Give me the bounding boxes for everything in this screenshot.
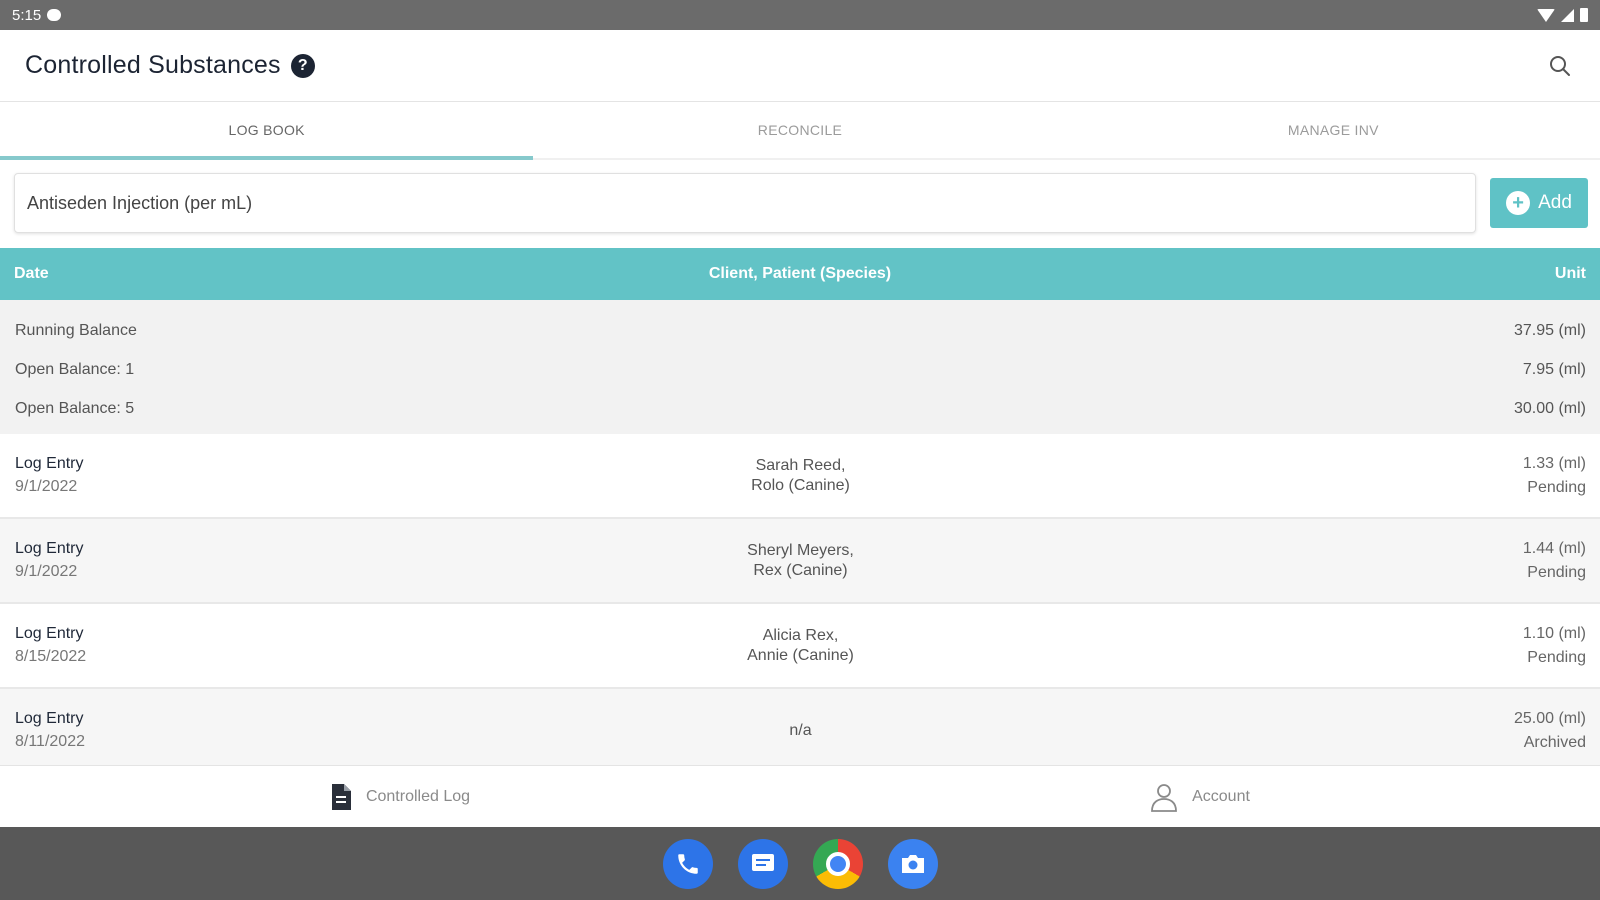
tab-log-book[interactable]: LOG BOOK (0, 102, 534, 160)
entry-date-cell: Log Entry 8/15/2022 (15, 625, 415, 666)
chat-notification-icon (47, 9, 62, 21)
nav-controlled-log[interactable]: Controlled Log (0, 766, 800, 827)
column-header-unit: Unit (1554, 265, 1586, 282)
entry-type: Log Entry (15, 455, 84, 472)
drug-select-input[interactable] (14, 173, 1476, 233)
log-entry-row[interactable]: Log Entry 9/1/2022 Sarah Reed, Rolo (Can… (0, 434, 1600, 519)
entry-date: 8/11/2022 (15, 733, 85, 750)
search-icon (1550, 55, 1570, 76)
entry-patient: Annie (Canine) (747, 646, 854, 664)
entry-client-cell: Sheryl Meyers, Rex (Canine) (415, 541, 1186, 581)
balance-value: 7.95 (ml) (1522, 360, 1586, 378)
entry-date-cell: Log Entry 8/11/2022 (15, 710, 415, 751)
entry-date: 9/1/2022 (15, 478, 78, 495)
system-dock (0, 827, 1600, 900)
status-bar: 5:15 (0, 0, 1600, 30)
battery-icon (1580, 8, 1588, 22)
app-bar: Controlled Substances ? (0, 30, 1600, 102)
wifi-icon (1537, 8, 1555, 22)
nav-account-label: Account (1192, 787, 1250, 805)
running-balance-row: Running Balance 37.95 (ml) (15, 311, 1586, 350)
tab-reconcile[interactable]: RECONCILE (533, 102, 1066, 158)
log-entry-list: Log Entry 9/1/2022 Sarah Reed, Rolo (Can… (0, 434, 1600, 774)
balance-label: Open Balance: 5 (15, 399, 135, 417)
entry-client: Sarah Reed, (755, 456, 846, 474)
signal-icon (1561, 8, 1574, 22)
balance-value: 30.00 (ml) (1513, 399, 1586, 417)
balance-label: Running Balance (15, 321, 137, 339)
balance-label: Open Balance: 1 (15, 360, 135, 378)
entry-unit-cell: 1.10 (ml) Pending (1186, 622, 1586, 670)
entry-status: Pending (1527, 478, 1586, 496)
log-entry-row[interactable]: Log Entry 8/15/2022 Alicia Rex, Annie (C… (0, 604, 1600, 689)
tab-bar: LOG BOOK RECONCILE MANAGE INV (0, 102, 1600, 160)
entry-client: Alicia Rex, (762, 626, 839, 644)
open-balance-5-row: Open Balance: 5 30.00 (ml) (15, 389, 1586, 428)
entry-amount: 1.44 (ml) (1522, 539, 1586, 557)
column-header-date: Date (14, 265, 49, 282)
chrome-icon (825, 851, 850, 876)
entry-client-cell: Alicia Rex, Annie (Canine) (415, 626, 1186, 666)
phone-icon (677, 853, 698, 874)
chrome-app-button[interactable] (812, 838, 863, 889)
entry-unit-cell: 1.44 (ml) Pending (1186, 537, 1586, 585)
entry-date: 8/15/2022 (15, 648, 87, 665)
title-wrap: Controlled Substances ? (25, 51, 315, 80)
column-header-client: Client, Patient (Species) (708, 265, 892, 282)
entry-date-cell: Log Entry 9/1/2022 (15, 540, 415, 581)
page-title: Controlled Substances (25, 51, 281, 79)
entry-type: Log Entry (15, 625, 84, 642)
person-icon (1151, 783, 1177, 812)
bottom-nav: Controlled Log Account (0, 765, 1600, 827)
entry-client: Sheryl Meyers, (747, 541, 854, 559)
entry-unit-cell: 1.33 (ml) Pending (1186, 452, 1586, 500)
log-entry-row[interactable]: Log Entry 9/1/2022 Sheryl Meyers, Rex (C… (0, 519, 1600, 604)
messages-app-button[interactable] (737, 838, 788, 889)
nav-controlled-log-label: Controlled Log (365, 787, 471, 805)
add-button-label: Add (1538, 192, 1572, 213)
entry-amount: 1.10 (ml) (1522, 624, 1586, 642)
entry-status: Pending (1527, 648, 1586, 666)
entry-patient: Rolo (Canine) (751, 476, 850, 494)
tab-manage-inv[interactable]: MANAGE INV (1067, 102, 1600, 158)
entry-client-cell: n/a (415, 721, 1186, 741)
entry-client: n/a (789, 721, 812, 739)
document-icon (331, 783, 351, 810)
entry-client-cell: Sarah Reed, Rolo (Canine) (415, 456, 1186, 496)
phone-app-button[interactable] (662, 838, 713, 889)
balance-summary: Running Balance 37.95 (ml) Open Balance:… (0, 300, 1600, 434)
add-circle-icon: + (1506, 191, 1531, 215)
status-right (1537, 8, 1588, 22)
status-time: 5:15 (12, 6, 42, 24)
balance-value: 37.95 (ml) (1513, 321, 1586, 339)
help-icon[interactable]: ? (290, 53, 315, 78)
camera-icon (901, 854, 924, 873)
log-entry-row[interactable]: Log Entry 8/11/2022 n/a 25.00 (ml) Archi… (0, 689, 1600, 774)
entry-status: Pending (1527, 563, 1586, 581)
entry-patient: Rex (Canine) (753, 561, 848, 579)
entry-date: 9/1/2022 (15, 563, 78, 580)
nav-account[interactable]: Account (800, 766, 1600, 827)
add-button[interactable]: + Add (1490, 178, 1588, 228)
entry-status: Archived (1523, 733, 1586, 751)
open-balance-1-row: Open Balance: 1 7.95 (ml) (15, 350, 1586, 389)
entry-amount: 1.33 (ml) (1522, 454, 1586, 472)
status-left: 5:15 (12, 6, 62, 24)
entry-date-cell: Log Entry 9/1/2022 (15, 455, 415, 496)
entry-amount: 25.00 (ml) (1513, 709, 1586, 727)
entry-type: Log Entry (15, 710, 84, 727)
messages-icon (751, 853, 774, 871)
search-button[interactable] (1544, 50, 1576, 82)
table-header: Date Client, Patient (Species) Unit (0, 248, 1600, 300)
camera-app-button[interactable] (887, 838, 938, 889)
entry-type: Log Entry (15, 540, 84, 557)
filter-row: + Add (0, 172, 1600, 234)
entry-unit-cell: 25.00 (ml) Archived (1186, 707, 1586, 755)
